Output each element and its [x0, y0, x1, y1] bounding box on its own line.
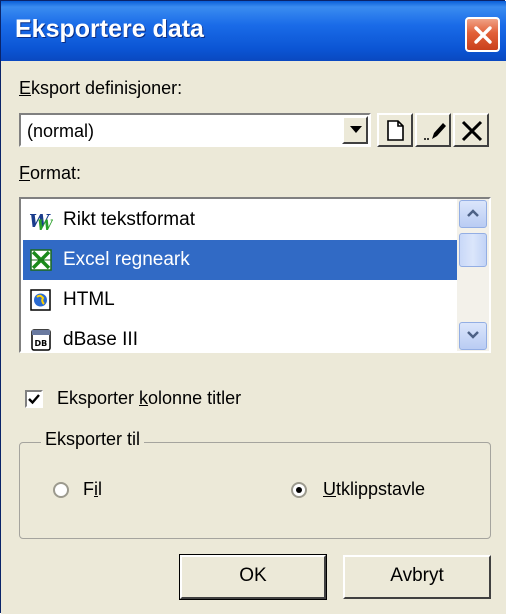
- format-scrollbar[interactable]: [457, 199, 489, 351]
- export-titles-label[interactable]: Eksporter kolonne titler: [57, 388, 241, 409]
- format-listbox[interactable]: W W Rikt tekstformat Excel regneark HTML…: [19, 197, 491, 353]
- new-document-icon: [387, 120, 404, 141]
- chevron-up-icon: [467, 209, 479, 217]
- edit-definition-button[interactable]: [415, 113, 451, 147]
- svg-text:DB: DB: [35, 339, 48, 348]
- list-item-excel[interactable]: Excel regneark: [23, 240, 459, 280]
- excel-icon: [30, 249, 52, 271]
- format-label: Format:: [19, 163, 82, 183]
- new-definition-button[interactable]: [377, 113, 413, 147]
- scroll-down-button[interactable]: [459, 322, 487, 350]
- list-item-dbase[interactable]: DB dBase III: [23, 320, 459, 351]
- export-dialog: Eksportere data Eksport definisjoner: (n…: [0, 0, 506, 614]
- close-button[interactable]: [465, 17, 500, 52]
- chevron-down-icon: [350, 126, 362, 133]
- definitions-value: (normal): [27, 121, 95, 141]
- dbase-icon: DB: [31, 329, 51, 351]
- ok-button[interactable]: OK: [179, 554, 327, 600]
- delete-definition-button[interactable]: [453, 113, 489, 147]
- delete-icon: [461, 120, 483, 142]
- dialog-title: Eksportere data: [15, 15, 204, 43]
- list-item-html[interactable]: HTML: [23, 280, 459, 320]
- export-to-legend: Eksporter til: [41, 429, 145, 450]
- title-bar[interactable]: Eksportere data: [1, 1, 506, 61]
- cancel-button[interactable]: Avbryt: [343, 555, 491, 599]
- checkmark-icon: [28, 394, 40, 405]
- wordpad-icon: W W: [29, 211, 53, 232]
- combobox-dropdown-button[interactable]: [342, 116, 368, 144]
- export-titles-checkbox[interactable]: [25, 390, 43, 408]
- chevron-down-icon: [467, 331, 479, 339]
- radio-clipboard-label[interactable]: Utklippstavle: [323, 479, 425, 500]
- radio-file-label[interactable]: Fil: [83, 479, 102, 500]
- definitions-label: Eksport definisjoner:: [19, 78, 183, 98]
- definitions-combobox[interactable]: (normal): [19, 113, 371, 147]
- html-icon: [30, 289, 51, 311]
- dialog-body: Eksport definisjoner: (normal) Format: W…: [1, 61, 506, 614]
- pencil-icon: [424, 123, 446, 140]
- radio-selected-dot: [296, 487, 302, 493]
- svg-text:W: W: [37, 218, 53, 232]
- close-icon: [474, 26, 492, 44]
- radio-clipboard[interactable]: [291, 482, 307, 498]
- scroll-thumb[interactable]: [459, 233, 487, 267]
- scroll-up-button[interactable]: [459, 200, 487, 228]
- list-item-rich-text[interactable]: W W Rikt tekstformat: [23, 200, 459, 240]
- radio-file[interactable]: [53, 482, 69, 498]
